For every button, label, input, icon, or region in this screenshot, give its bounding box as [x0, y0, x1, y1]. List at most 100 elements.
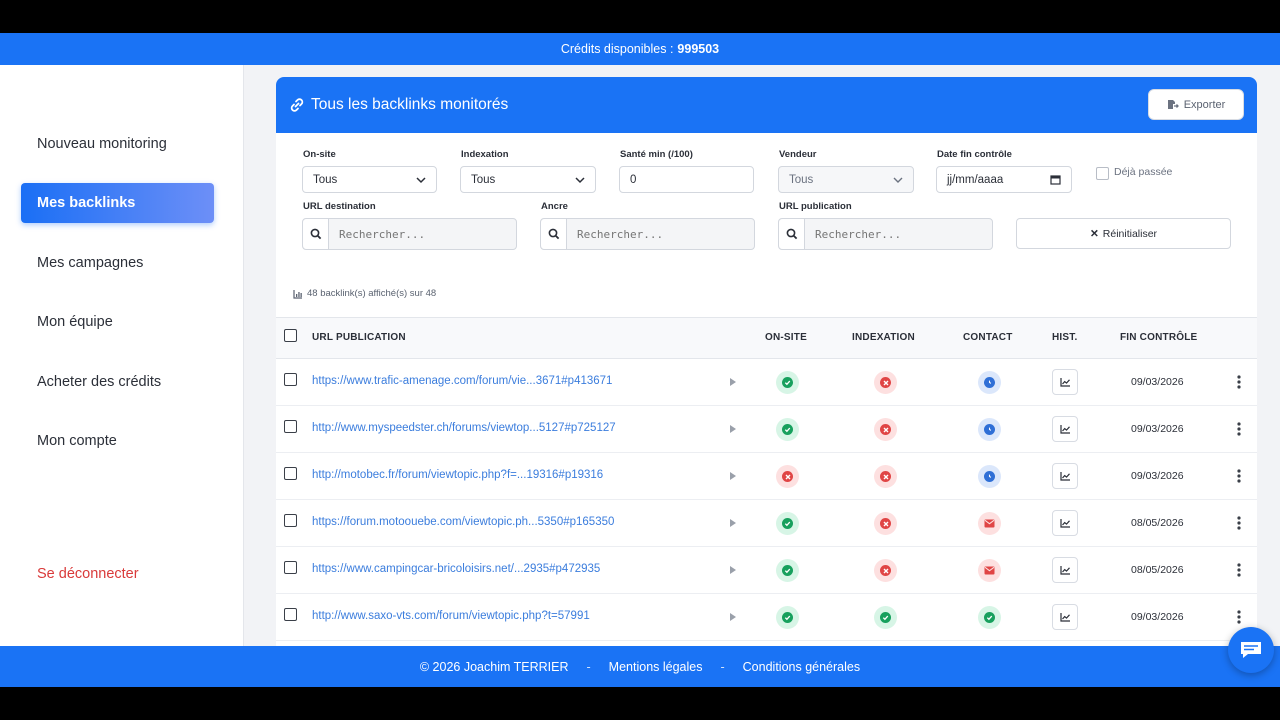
date-fin-input[interactable]: jj/mm/aaaa	[936, 166, 1072, 193]
history-button[interactable]	[1052, 369, 1078, 395]
sidebar-item-nouveau-monitoring[interactable]: Nouveau monitoring	[37, 136, 167, 152]
ancre-input[interactable]	[567, 227, 747, 241]
indexation-select[interactable]: Tous	[460, 166, 596, 193]
expand-caret-icon[interactable]	[730, 425, 736, 433]
expand-caret-icon[interactable]	[730, 566, 736, 574]
onsite-status-ok[interactable]	[776, 418, 799, 441]
onsite-status-ok[interactable]	[776, 606, 799, 629]
sidebar-item-mes-campagnes[interactable]: Mes campagnes	[37, 255, 143, 271]
x-circle-icon	[880, 565, 891, 576]
calendar-icon[interactable]	[1050, 174, 1061, 185]
more-vertical-icon[interactable]	[1237, 516, 1241, 530]
footer-mentions-link[interactable]: Mentions légales	[609, 660, 703, 674]
expand-caret-icon[interactable]	[730, 472, 736, 480]
url-publication-input[interactable]	[805, 227, 985, 241]
more-vertical-icon[interactable]	[1237, 563, 1241, 577]
card-title: Tous les backlinks monitorés	[311, 96, 509, 113]
publication-url-link[interactable]: http://motobec.fr/forum/viewtopic.php?f=…	[312, 469, 603, 481]
envelope-icon	[984, 519, 995, 528]
history-button[interactable]	[1052, 557, 1078, 583]
publication-url-link[interactable]: https://forum.motoouebe.com/viewtopic.ph…	[312, 516, 614, 528]
expand-caret-icon[interactable]	[730, 613, 736, 621]
contact-status-ok[interactable]	[978, 606, 1001, 629]
export-label: Exporter	[1183, 98, 1226, 111]
app-frame: Crédits disponibles : 999503 Nouveau mon…	[0, 33, 1280, 687]
onsite-status-ok[interactable]	[776, 559, 799, 582]
sidebar-item-mes-backlinks[interactable]: Mes backlinks	[21, 183, 214, 223]
row-checkbox[interactable]	[284, 561, 297, 574]
deja-passee-checkbox[interactable]	[1096, 167, 1109, 180]
sidebar: Nouveau monitoring Mes backlinks Mes cam…	[0, 65, 244, 646]
deja-passee-label: Déjà passée	[1114, 166, 1173, 178]
expand-caret-icon[interactable]	[730, 519, 736, 527]
publication-url-link[interactable]: http://www.myspeedster.ch/forums/viewtop…	[312, 422, 616, 434]
chevron-down-icon	[416, 177, 426, 184]
col-fin-controle[interactable]: FIN CONTRÔLE	[1120, 332, 1197, 343]
file-export-icon	[1167, 99, 1179, 109]
publication-url-link[interactable]: https://www.campingcar-bricoloisirs.net/…	[312, 563, 600, 575]
clock-icon	[984, 424, 995, 435]
indexation-status-ok[interactable]	[874, 606, 897, 629]
col-contact[interactable]: CONTACT	[963, 332, 1013, 343]
contact-status-mail[interactable]	[978, 512, 1001, 535]
fin-controle-date: 09/03/2026	[1131, 611, 1184, 623]
onsite-status-ok[interactable]	[776, 371, 799, 394]
line-chart-icon	[1059, 425, 1070, 434]
table-row: http://www.saxo-vts.com/forum/viewtopic.…	[276, 594, 1257, 641]
vendeur-select-value: Tous	[789, 173, 814, 186]
col-url-publication[interactable]: URL PUBLICATION	[312, 332, 406, 343]
export-button[interactable]: Exporter	[1148, 89, 1244, 120]
sidebar-item-acheter-credits[interactable]: Acheter des crédits	[37, 374, 161, 390]
link-icon	[290, 98, 304, 112]
indexation-status-ko[interactable]	[874, 371, 897, 394]
row-checkbox[interactable]	[284, 467, 297, 480]
indexation-status-ko[interactable]	[874, 559, 897, 582]
row-checkbox[interactable]	[284, 420, 297, 433]
vendeur-select[interactable]: Tous	[778, 166, 914, 193]
chevron-down-icon	[575, 177, 585, 184]
contact-status-pending[interactable]	[978, 418, 1001, 441]
more-vertical-icon[interactable]	[1237, 610, 1241, 624]
chat-button[interactable]	[1228, 627, 1274, 673]
contact-status-mail[interactable]	[978, 559, 1001, 582]
contact-status-pending[interactable]	[978, 371, 1001, 394]
publication-url-link[interactable]: http://www.saxo-vts.com/forum/viewtopic.…	[312, 610, 590, 622]
indexation-status-ko[interactable]	[874, 512, 897, 535]
url-publication-label: URL publication	[779, 201, 852, 212]
logout-link[interactable]: Se déconnecter	[37, 566, 139, 582]
expand-caret-icon[interactable]	[730, 378, 736, 386]
ancre-search	[540, 218, 755, 250]
more-vertical-icon[interactable]	[1237, 422, 1241, 436]
history-button[interactable]	[1052, 463, 1078, 489]
contact-status-pending[interactable]	[978, 465, 1001, 488]
row-checkbox[interactable]	[284, 608, 297, 621]
url-destination-input[interactable]	[329, 227, 509, 241]
onsite-status-ko[interactable]	[776, 465, 799, 488]
more-vertical-icon[interactable]	[1237, 469, 1241, 483]
onsite-status-ok[interactable]	[776, 512, 799, 535]
sidebar-item-mon-compte[interactable]: Mon compte	[37, 433, 117, 449]
footer-conditions-link[interactable]: Conditions générales	[743, 660, 860, 674]
history-button[interactable]	[1052, 604, 1078, 630]
reset-button[interactable]: ✕ Réinitialiser	[1016, 218, 1231, 249]
col-indexation[interactable]: INDEXATION	[852, 332, 915, 343]
history-button[interactable]	[1052, 416, 1078, 442]
history-button[interactable]	[1052, 510, 1078, 536]
row-checkbox[interactable]	[284, 514, 297, 527]
fin-controle-date: 09/03/2026	[1131, 423, 1184, 435]
more-vertical-icon[interactable]	[1237, 375, 1241, 389]
row-checkbox[interactable]	[284, 373, 297, 386]
url-publication-search	[778, 218, 993, 250]
line-chart-icon	[1059, 519, 1070, 528]
publication-url-link[interactable]: https://www.trafic-amenage.com/forum/vie…	[312, 375, 612, 387]
indexation-status-ko[interactable]	[874, 465, 897, 488]
select-all-checkbox[interactable]	[284, 329, 297, 342]
credits-value: 999503	[677, 42, 720, 56]
onsite-select[interactable]: Tous	[302, 166, 437, 193]
indexation-status-ko[interactable]	[874, 418, 897, 441]
check-circle-icon	[984, 612, 995, 623]
sante-min-input[interactable]: 0	[619, 166, 754, 193]
sidebar-item-mon-equipe[interactable]: Mon équipe	[37, 314, 113, 330]
line-chart-icon	[1059, 613, 1070, 622]
col-onsite[interactable]: ON-SITE	[765, 332, 807, 343]
